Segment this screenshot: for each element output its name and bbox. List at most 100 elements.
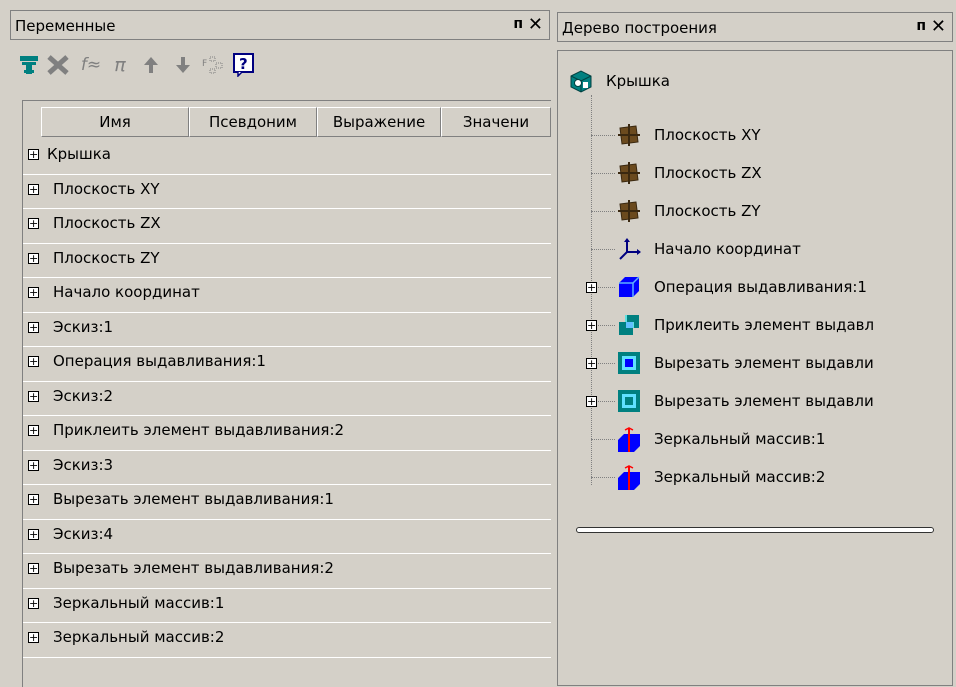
tree-item-label: Плоскость XY (654, 126, 761, 144)
expand-icon[interactable]: F (200, 52, 226, 78)
function-icon[interactable]: f≈ (76, 52, 106, 78)
expand-plus-icon[interactable]: + (28, 494, 39, 505)
tree-item[interactable]: Плоскость ZX (616, 155, 762, 191)
tree-item[interactable]: Вырезать элемент выдавли (616, 345, 874, 381)
tree-item[interactable]: Начало координат (616, 231, 801, 267)
table-row[interactable]: + Начало координат (23, 278, 551, 313)
table-row[interactable]: + Эскиз:2 (23, 382, 551, 416)
table-row[interactable]: + Эскиз:3 (23, 451, 551, 485)
expand-plus-icon[interactable]: + (586, 282, 597, 293)
variables-toolbar: f≈ π F ? (10, 46, 550, 86)
table-row[interactable]: + Крышка (23, 140, 551, 175)
tree-connector (591, 439, 615, 440)
expand-plus-icon[interactable]: + (28, 287, 39, 298)
cut-extrude-icon (618, 390, 640, 412)
expand-plus-icon[interactable]: + (28, 459, 39, 471)
row-label: Крышка (47, 145, 111, 163)
horizontal-scrollbar[interactable] (576, 527, 934, 533)
table-row[interactable]: + Плоскость ZY (23, 244, 551, 278)
row-label: Эскиз:2 (53, 386, 114, 405)
pin-icon[interactable]: ᴨ (916, 18, 926, 34)
column-header-alias[interactable]: Псевдоним (189, 107, 317, 137)
build-tree-title: Дерево построения (562, 19, 717, 37)
tree-item-label: Вырезать элемент выдавли (654, 392, 874, 410)
row-label: Зеркальный массив:1 (53, 593, 225, 612)
variables-panel-title: Переменные (15, 17, 116, 35)
svg-text:?: ? (239, 55, 248, 73)
tree-item[interactable]: Плоскость XY (616, 117, 761, 153)
expand-plus-icon[interactable]: + (586, 396, 597, 407)
expand-plus-icon[interactable]: + (28, 321, 39, 333)
table-row[interactable]: + Эскиз:4 (23, 520, 551, 554)
build-tree-titlebar: Дерево построения ᴨ ✕ (557, 12, 953, 42)
expand-plus-icon[interactable]: + (28, 425, 39, 436)
expand-plus-icon[interactable]: + (28, 390, 39, 402)
tree-item[interactable]: Зеркальный массив:2 (616, 459, 825, 495)
table-row[interactable]: + Зеркальный массив:1 (23, 589, 551, 623)
delete-icon[interactable] (44, 52, 72, 78)
move-up-icon[interactable] (140, 52, 162, 78)
expand-plus-icon[interactable]: + (28, 356, 39, 367)
table-row[interactable]: + Эскиз:1 (23, 313, 551, 347)
plane-icon (618, 200, 640, 222)
row-label: Эскиз:3 (53, 455, 114, 474)
column-header-expression[interactable]: Выражение (317, 107, 441, 137)
tree-root-item[interactable]: Крышка (568, 63, 670, 99)
close-icon[interactable]: ✕ (528, 14, 543, 35)
plane-icon (618, 162, 640, 184)
table-row[interactable]: + Зеркальный массив:2 (23, 623, 551, 658)
part-icon (570, 70, 592, 93)
variables-table-icon[interactable] (16, 52, 42, 78)
expand-plus-icon[interactable]: + (28, 528, 39, 540)
column-header-value[interactable]: Значени (441, 107, 551, 137)
svg-text:F: F (202, 59, 207, 69)
column-header-name[interactable]: Имя (41, 107, 189, 137)
build-tree-panel: Дерево построения ᴨ ✕ Крышка Плоскость X… (557, 12, 953, 686)
table-row[interactable]: + Приклеить элемент выдавливания:2 (23, 416, 551, 451)
tree-item[interactable]: Плоскость ZY (616, 193, 761, 229)
mirror-array-icon (618, 465, 640, 490)
close-icon[interactable]: ✕ (931, 16, 946, 37)
tree-root-label: Крышка (606, 72, 670, 90)
tree-item-label: Приклеить элемент выдавл (654, 316, 875, 334)
expand-plus-icon[interactable]: + (28, 597, 39, 609)
tree-item-label: Плоскость ZY (654, 202, 761, 220)
move-down-icon[interactable] (172, 52, 194, 78)
row-label: Вырезать элемент выдавливания:1 (53, 490, 334, 508)
tree-item-label: Вырезать элемент выдавли (654, 354, 874, 372)
expand-plus-icon[interactable]: + (28, 563, 39, 574)
table-header: Имя Псевдоним Выражение Значени (23, 107, 551, 137)
table-row[interactable]: + Операция выдавливания:1 (23, 347, 551, 382)
tree-item-label: Зеркальный массив:1 (654, 430, 826, 448)
table-row[interactable]: + Вырезать элемент выдавливания:2 (23, 554, 551, 589)
table-row[interactable]: + Плоскость XY (23, 175, 551, 209)
expand-plus-icon[interactable]: + (586, 358, 597, 369)
table-row[interactable]: + Вырезать элемент выдавливания:1 (23, 485, 551, 520)
cut-extrude-icon (618, 352, 640, 374)
row-label: Эскиз:1 (53, 317, 114, 336)
expand-plus-icon[interactable]: + (28, 632, 39, 643)
tree-connector (591, 135, 615, 136)
tree-item[interactable]: Приклеить элемент выдавл (616, 307, 874, 343)
tree-item[interactable]: Операция выдавливания:1 (616, 269, 867, 305)
tree-item-label: Плоскость ZX (654, 164, 762, 182)
table-row[interactable]: + Плоскость ZX (23, 209, 551, 244)
row-label: Плоскость ZX (53, 214, 161, 232)
tree-connector (591, 211, 615, 212)
build-tree: Крышка Плоскость XY Плоскость ZX Плоскос… (557, 50, 953, 686)
help-icon[interactable]: ? (232, 52, 256, 78)
row-label: Вырезать элемент выдавливания:2 (53, 559, 334, 577)
variables-panel: Переменные ᴨ ✕ f≈ π F ? Имя Псевдоним Вы… (10, 10, 551, 687)
tree-item[interactable]: Зеркальный массив:1 (616, 421, 825, 457)
expand-plus-icon[interactable]: + (28, 183, 39, 195)
row-label: Эскиз:4 (53, 524, 114, 543)
tree-item-label: Операция выдавливания:1 (654, 278, 867, 296)
tree-item[interactable]: Вырезать элемент выдавли (616, 383, 874, 419)
expand-plus-icon[interactable]: + (28, 218, 39, 229)
expand-plus-icon[interactable]: + (586, 320, 597, 331)
pin-icon[interactable]: ᴨ (513, 16, 523, 32)
expand-plus-icon[interactable]: + (28, 252, 39, 264)
tree-item-label: Зеркальный массив:2 (654, 468, 826, 486)
pi-icon[interactable]: π (110, 52, 130, 78)
expand-plus-icon[interactable]: + (28, 149, 39, 160)
